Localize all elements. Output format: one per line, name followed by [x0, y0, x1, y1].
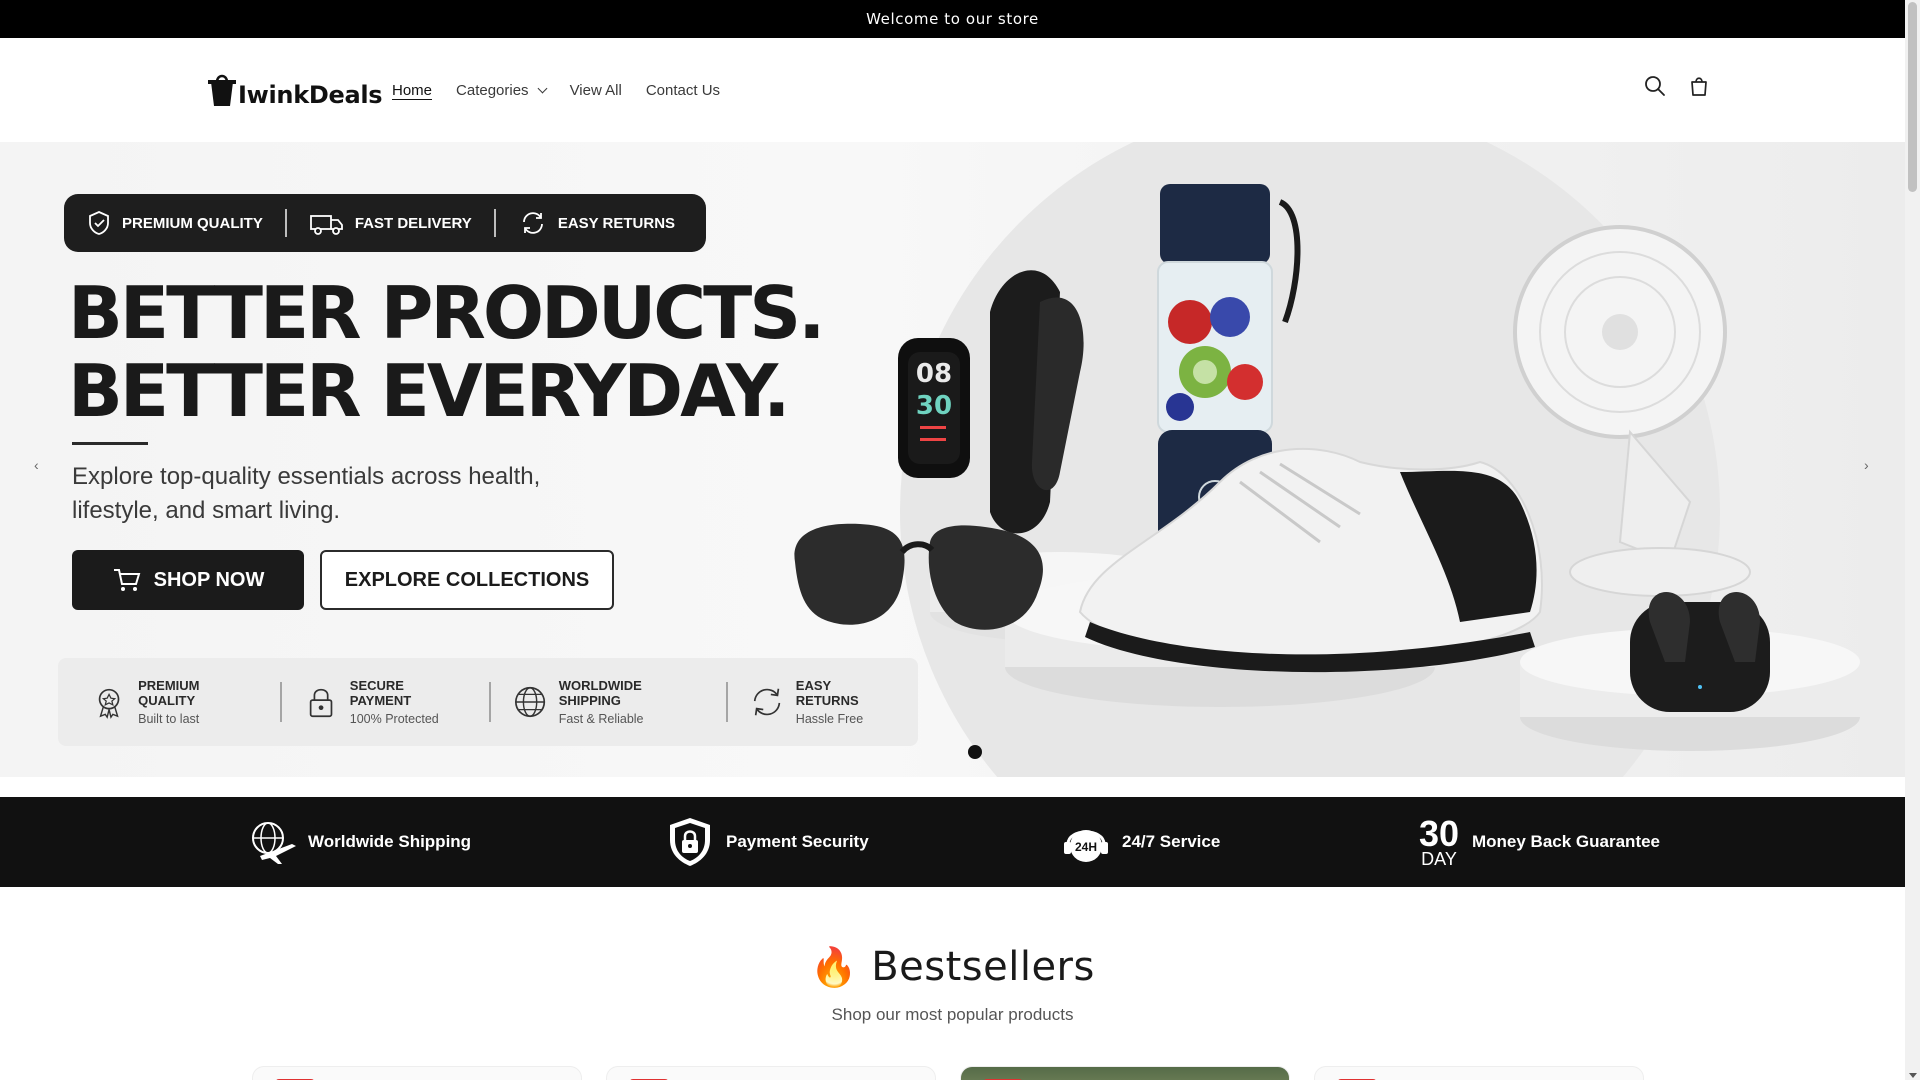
- cart-icon: [113, 569, 140, 591]
- hero-headline-line-2: BETTER EVERYDAY.: [68, 349, 791, 433]
- nav-home[interactable]: Home: [380, 82, 444, 99]
- badge-easy-returns: EASY RETURNS: [496, 194, 697, 252]
- trust-subtitle: Built to last: [138, 712, 200, 726]
- logo[interactable]: IwinkDeals: [208, 68, 383, 109]
- earbuds-case-image: [1630, 592, 1770, 712]
- hero-badge-bar: PREMIUM QUALITY FAST DELIVERY EASY RETUR…: [64, 194, 706, 252]
- svg-text:08: 08: [916, 359, 952, 389]
- smartwatch-image: 08 30: [898, 270, 1084, 534]
- sneaker-image: [1078, 447, 1543, 673]
- scroll-down-arrow-icon[interactable]: [1909, 1073, 1917, 1078]
- fire-icon: 🔥: [810, 945, 858, 989]
- svg-text:24H: 24H: [1075, 840, 1097, 854]
- feature-24-7-service: 24H 24/7 Service: [1060, 797, 1220, 887]
- padlock-icon: [309, 688, 333, 718]
- truck-icon: [309, 215, 343, 235]
- main-nav: Home Categories View All Contact Us: [380, 38, 732, 142]
- badge-premium-quality: PREMIUM QUALITY: [64, 194, 285, 252]
- divider: [488, 682, 491, 722]
- explore-collections-button[interactable]: EXPLORE COLLECTIONS: [320, 550, 614, 610]
- hero-product-image: 08 30: [794, 184, 1860, 751]
- globe-icon: [514, 686, 545, 718]
- announcement-bar: Welcome to our store: [0, 0, 1905, 38]
- product-card[interactable]: [252, 1066, 582, 1080]
- 30-day-icon: 30 DAY: [1416, 813, 1462, 869]
- plane-globe-icon: [252, 822, 296, 864]
- trust-secure-payment: SECURE PAYMENT 100% Protected: [304, 678, 489, 726]
- refresh-icon: [522, 212, 543, 234]
- trust-subtitle: Fast & Reliable: [558, 712, 644, 726]
- shop-now-label: SHOP NOW: [153, 568, 265, 591]
- headline-divider: [72, 442, 148, 445]
- bestsellers-title: Bestsellers: [871, 944, 1095, 990]
- carousel-dot[interactable]: [968, 745, 982, 759]
- feature-band: Worldwide Shipping Payment Security 24H …: [0, 797, 1905, 887]
- divider: [725, 682, 728, 722]
- shield-lock-icon: [670, 818, 710, 866]
- nav-categories-label: Categories: [456, 81, 529, 99]
- sunglasses-image: [794, 523, 1043, 630]
- product-card[interactable]: [960, 1066, 1290, 1080]
- chevron-down-icon: [537, 83, 548, 93]
- trust-title: SECURE PAYMENT: [349, 678, 412, 708]
- trust-subtitle: 100% Protected: [349, 712, 439, 726]
- bestsellers-subtitle: Shop our most popular products: [831, 1005, 1074, 1024]
- badge-fast-delivery-label: FAST DELIVERY: [354, 214, 472, 232]
- hero-headline: BETTER PRODUCTS. BETTER EVERYDAY.: [68, 271, 825, 433]
- carousel-next-button[interactable]: ›: [1864, 457, 1869, 473]
- cart-icon[interactable]: [1687, 74, 1711, 98]
- product-grid: [252, 1066, 1644, 1080]
- feature-payment-security: Payment Security: [664, 797, 869, 887]
- page-scrollbar[interactable]: [1905, 0, 1920, 1080]
- feature-label: Payment Security: [726, 832, 869, 851]
- divider: [279, 682, 282, 722]
- feature-label: Money Back Guarantee: [1472, 832, 1661, 851]
- trust-title: PREMIUM QUALITY: [138, 678, 200, 708]
- hero-banner: PREMIUM QUALITY FAST DELIVERY EASY RETUR…: [0, 142, 1905, 777]
- announcement-text: Welcome to our store: [866, 10, 1039, 28]
- trust-premium-quality: PREMIUM QUALITY Built to last: [92, 678, 280, 726]
- icon-unit: DAY: [1421, 849, 1457, 869]
- shield-check-icon: [89, 211, 109, 235]
- badge-premium-quality-label: PREMIUM QUALITY: [122, 214, 263, 232]
- hero-headline-line-1: BETTER PRODUCTS.: [68, 271, 825, 355]
- bestsellers-heading: 🔥 Bestsellers: [0, 944, 1905, 990]
- explore-collections-label: EXPLORE COLLECTIONS: [344, 568, 590, 591]
- nav-view-all[interactable]: View All: [558, 82, 634, 99]
- header-icons: [1643, 74, 1711, 98]
- product-card[interactable]: [606, 1066, 936, 1080]
- carousel-prev-button[interactable]: ‹: [34, 457, 39, 473]
- product-card[interactable]: [1314, 1066, 1644, 1080]
- shopping-bag-logo-icon: [208, 68, 236, 108]
- icon-number: 30: [1418, 813, 1460, 854]
- hero-subline: Explore top-quality essentials across he…: [72, 463, 541, 524]
- award-badge-icon: [98, 688, 120, 719]
- feature-worldwide-shipping: Worldwide Shipping: [246, 797, 471, 887]
- badge-fast-delivery: FAST DELIVERY: [287, 194, 494, 252]
- svg-text:30: 30: [916, 391, 952, 421]
- feature-label: Worldwide Shipping: [308, 832, 472, 851]
- search-icon[interactable]: [1643, 74, 1667, 98]
- logo-text: IwinkDeals: [238, 81, 383, 109]
- badge-easy-returns-label: EASY RETURNS: [557, 214, 676, 232]
- feature-label: 24/7 Service: [1122, 832, 1221, 851]
- headset-24h-icon: 24H: [1064, 830, 1108, 862]
- feature-money-back: 30 DAY Money Back Guarantee: [1416, 797, 1660, 887]
- site-header: IwinkDeals Home Categories View All Cont…: [0, 38, 1905, 142]
- nav-categories[interactable]: Categories: [444, 82, 558, 99]
- trust-worldwide-shipping: WORLDWIDE SHIPPING Fast & Reliable: [513, 678, 726, 726]
- nav-contact-us[interactable]: Contact Us: [634, 82, 732, 99]
- desk-fan-image: [1513, 225, 1751, 597]
- scrollbar-thumb[interactable]: [1908, 2, 1917, 192]
- shop-now-button[interactable]: SHOP NOW: [72, 550, 304, 610]
- trust-title: WORLDWIDE SHIPPING: [558, 678, 642, 708]
